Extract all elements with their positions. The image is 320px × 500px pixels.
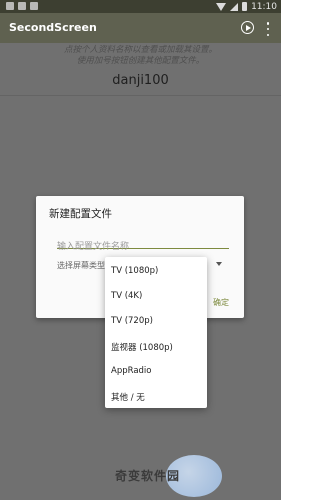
option-tv-720p[interactable]: TV (720p) xyxy=(111,316,153,326)
notification-icon xyxy=(30,2,38,10)
instructions: 点按个人资料名称以查看或加载其设置。 使用加号按钮创建其他配置文件。 xyxy=(0,45,281,67)
screen-type-label: 选择屏幕类型: xyxy=(57,261,108,270)
wifi-icon xyxy=(216,2,227,11)
status-bar: 11:10 xyxy=(0,0,281,13)
profile-name-placeholder: 输入配置文件名称 xyxy=(57,242,130,252)
option-appradio[interactable]: AppRadio xyxy=(111,366,152,376)
status-time: 11:10 xyxy=(251,1,277,12)
option-monitor-1080p[interactable]: 监视器 (1080p) xyxy=(111,341,173,353)
profile-name-input[interactable]: 输入配置文件名称 xyxy=(57,234,229,252)
option-other-none[interactable]: 其他 / 无 xyxy=(111,391,145,403)
notification-icons xyxy=(6,2,38,10)
signal-icon xyxy=(230,2,239,11)
app-title: SecondScreen xyxy=(9,21,97,34)
dropdown-arrow-icon[interactable] xyxy=(216,262,222,266)
battery-icon xyxy=(242,2,248,11)
screen-type-dropdown: TV (1080p) TV (4K) TV (720p) 监视器 (1080p)… xyxy=(105,257,207,408)
hint-line-2: 使用加号按钮创建其他配置文件。 xyxy=(76,56,205,66)
divider xyxy=(0,95,281,96)
profile-name[interactable]: danji100 xyxy=(0,73,281,88)
play-icon[interactable] xyxy=(241,21,254,34)
app-bar: SecondScreen xyxy=(0,13,281,43)
notification-icon xyxy=(6,2,14,10)
dialog-title: 新建配置文件 xyxy=(49,208,112,220)
hint-line-1: 点按个人资料名称以查看或加载其设置。 xyxy=(63,45,217,55)
more-icon[interactable] xyxy=(264,22,272,36)
confirm-button[interactable]: 确定 xyxy=(213,297,229,308)
watermark-text: 奇变软件园 xyxy=(115,469,181,483)
notification-icon xyxy=(18,2,26,10)
option-tv-4k[interactable]: TV (4K) xyxy=(111,291,142,301)
option-tv-1080p[interactable]: TV (1080p) xyxy=(111,266,158,276)
